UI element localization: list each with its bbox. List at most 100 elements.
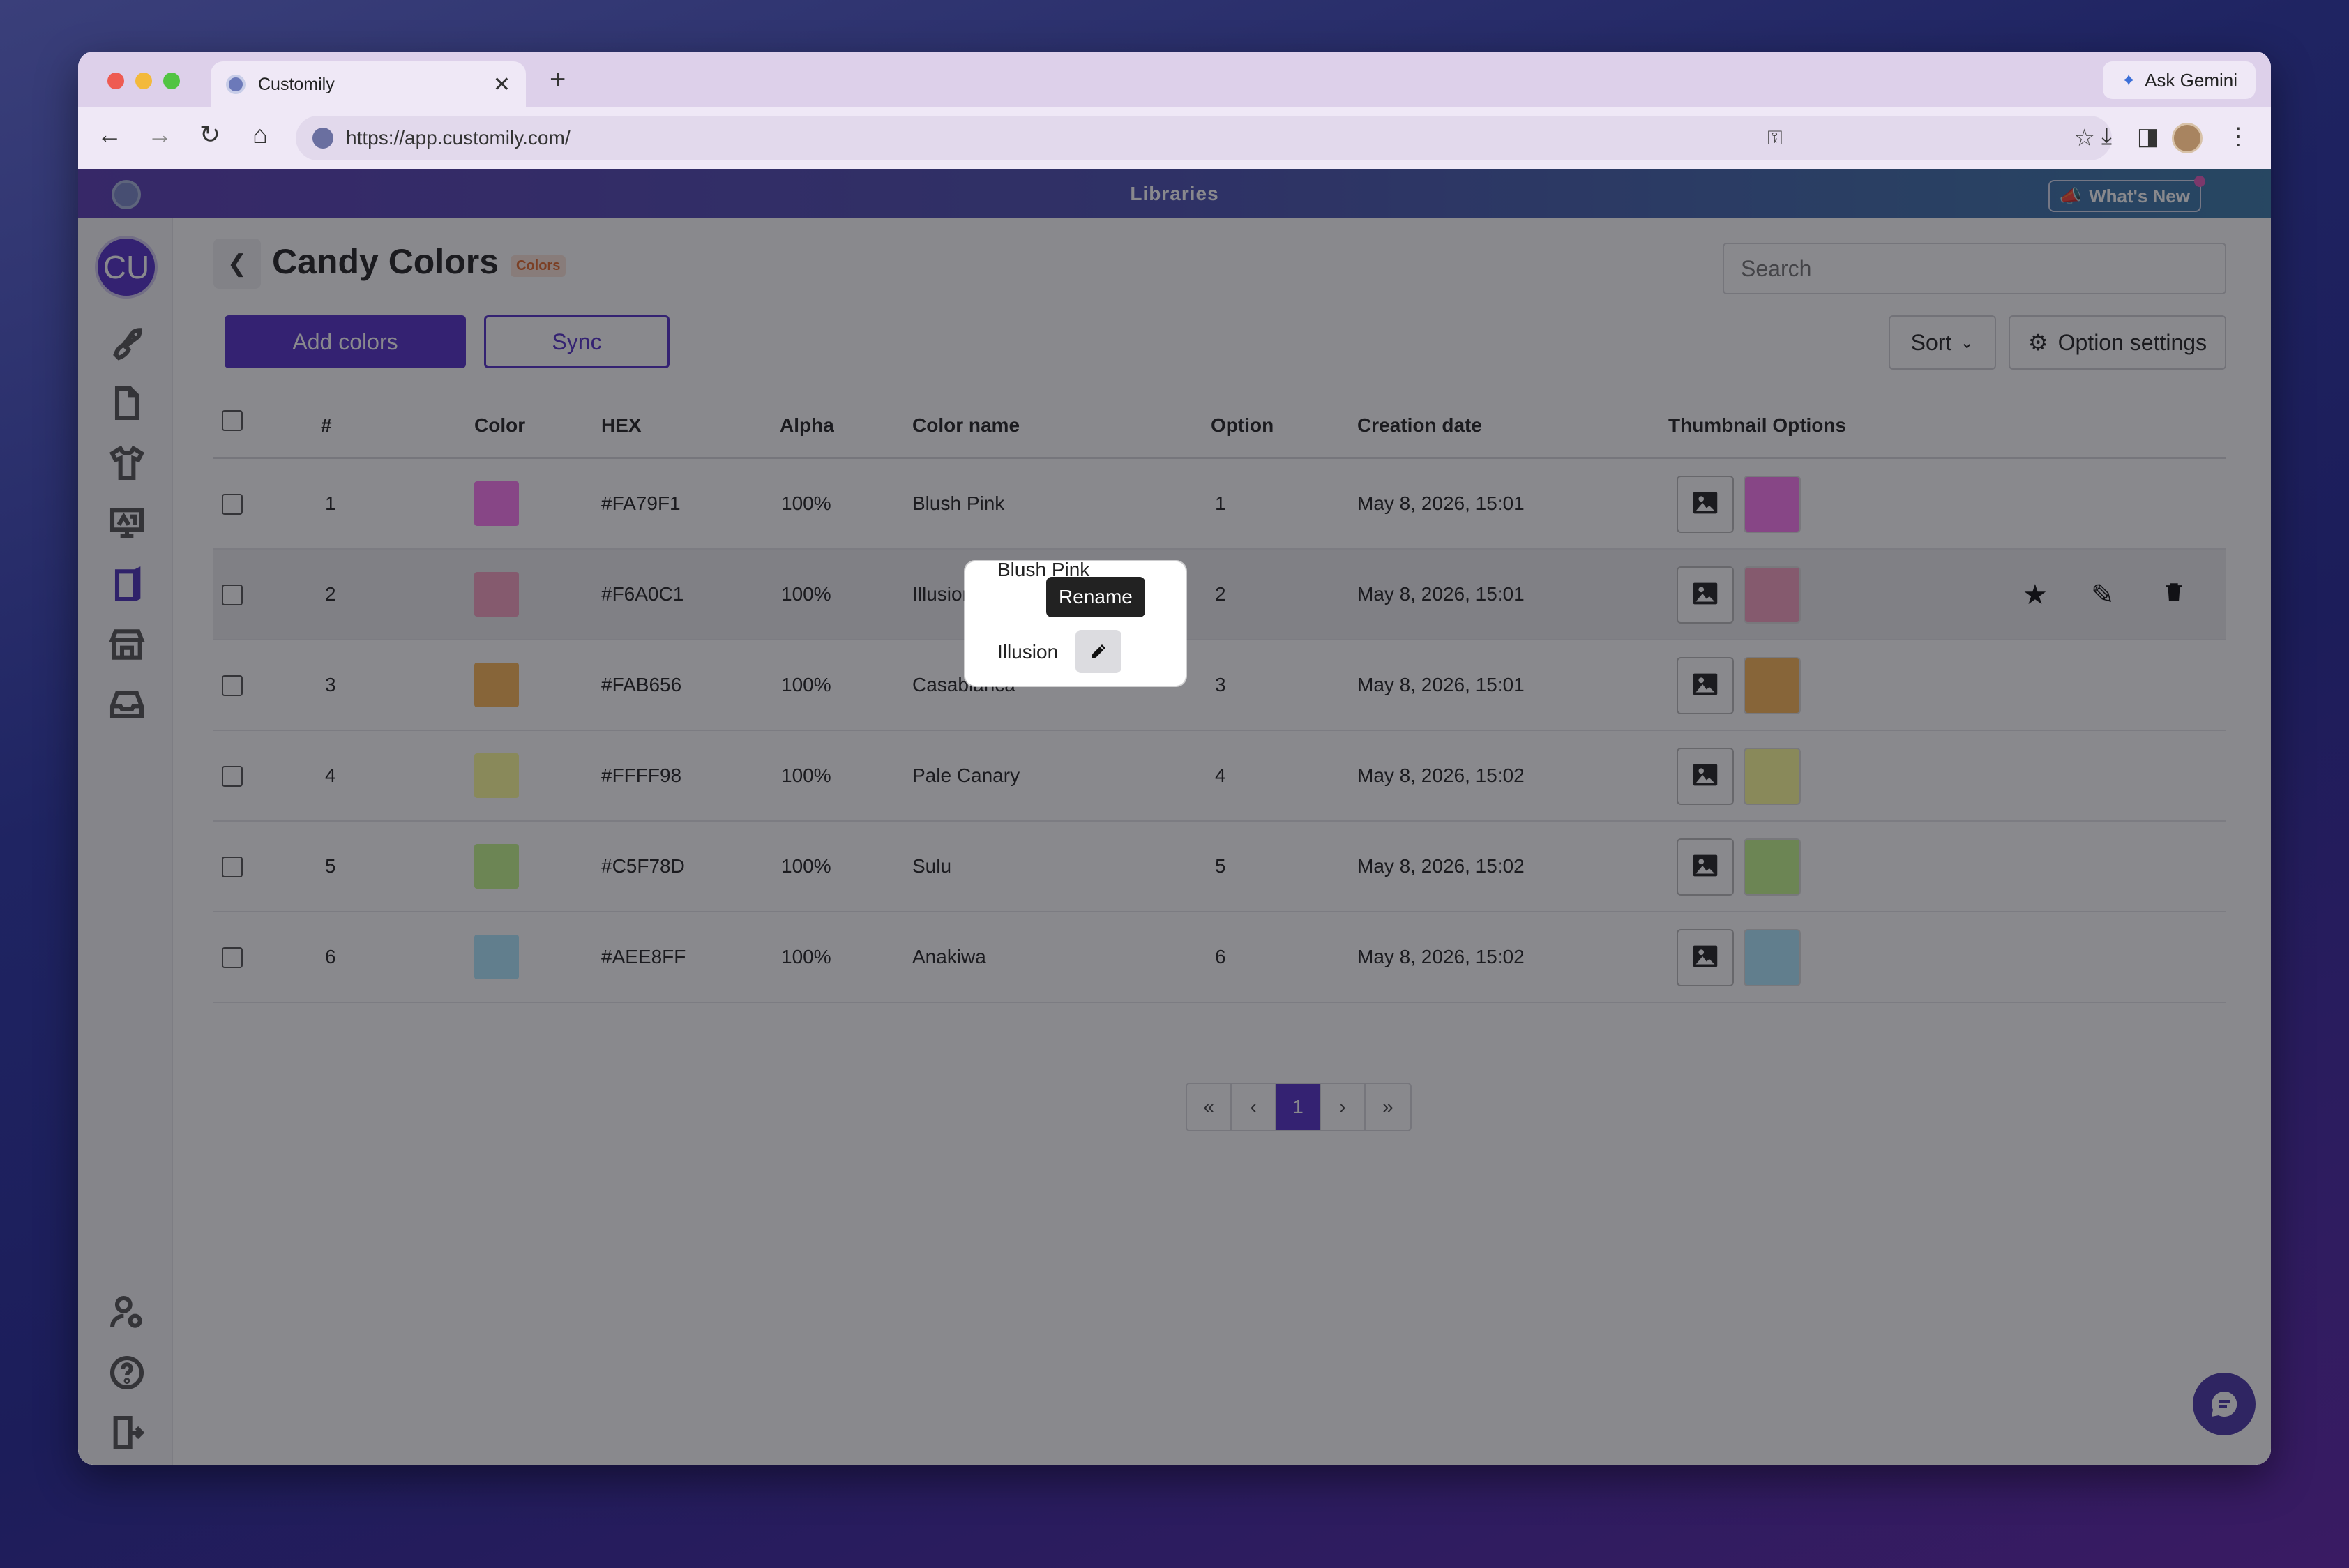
row-creation-date: May 8, 2026, 15:02: [1357, 946, 1525, 967]
rename-button[interactable]: [1075, 630, 1121, 673]
row-alpha: 100%: [781, 492, 831, 514]
address-bar[interactable]: https://app.customily.com/ ⚿ ☆: [296, 116, 2112, 160]
star-icon[interactable]: ★: [2023, 579, 2048, 611]
table-row[interactable]: 4 #FFFF98 100% Pale Canary 4 May 8, 2026, 15:…: [213, 731, 2226, 822]
thumbnail-image-button[interactable]: [1677, 566, 1734, 624]
tshirt-icon[interactable]: [106, 442, 148, 484]
maximize-window-button[interactable]: [163, 73, 180, 89]
header-creation-date: Creation date: [1357, 414, 1482, 436]
table-row[interactable]: 2 #F6A0C1 100% Illusion 2 May 8, 2026, 15:01 ★…: [213, 550, 2226, 640]
edit-pencil-icon[interactable]: ✎: [2091, 579, 2115, 611]
select-all-checkbox[interactable]: [222, 410, 243, 431]
first-page-button[interactable]: «: [1187, 1084, 1232, 1130]
user-settings-icon[interactable]: [106, 1292, 148, 1334]
row-checkbox[interactable]: [222, 766, 243, 787]
document-icon[interactable]: [106, 382, 148, 424]
logout-icon[interactable]: [106, 1412, 148, 1454]
password-key-icon[interactable]: ⚿: [1767, 127, 1782, 150]
last-page-button[interactable]: »: [1366, 1084, 1410, 1130]
reload-icon[interactable]: ↻: [192, 120, 227, 149]
sidebar: CU: [78, 218, 173, 1465]
site-favicon-icon: [226, 75, 246, 94]
thumbnail-color-swatch[interactable]: [1744, 657, 1801, 714]
search-input[interactable]: [1723, 243, 2226, 294]
header-option: Option: [1211, 414, 1274, 436]
thumbnail-color-swatch[interactable]: [1744, 476, 1801, 533]
new-tab-icon[interactable]: +: [550, 64, 566, 96]
row-checkbox[interactable]: [222, 857, 243, 877]
table-row[interactable]: 1 #FA79F1 100% Blush Pink 1 May 8, 2026, 15:0…: [213, 459, 2226, 550]
more-menu-icon[interactable]: ⋮: [2226, 123, 2250, 151]
browser-tab[interactable]: Customily ✕: [211, 61, 526, 107]
ask-gemini-button[interactable]: ✦ Ask Gemini: [2103, 61, 2256, 99]
row-option: 5: [1215, 855, 1226, 877]
sort-label: Sort: [1910, 329, 1952, 355]
thumbnail-image-button[interactable]: [1677, 838, 1734, 896]
back-arrow-icon[interactable]: ←: [92, 120, 127, 149]
presentation-icon[interactable]: [106, 502, 148, 544]
close-window-button[interactable]: [107, 73, 124, 89]
row-hex: #F6A0C1: [601, 583, 684, 605]
rename-tooltip: Rename: [1046, 577, 1145, 617]
store-icon[interactable]: [106, 624, 148, 665]
trash-icon[interactable]: [2162, 579, 2186, 612]
type-badge: Colors: [511, 255, 566, 277]
thumbnail-image-button[interactable]: [1677, 476, 1734, 533]
row-checkbox[interactable]: [222, 585, 243, 605]
option-settings-button[interactable]: ⚙ Option settings: [2009, 315, 2226, 370]
tab-title: Customily: [258, 74, 335, 94]
inbox-icon[interactable]: [106, 684, 148, 725]
add-colors-button[interactable]: Add colors: [225, 315, 466, 368]
site-info-icon[interactable]: [312, 128, 333, 149]
thumbnail-image-button[interactable]: [1677, 657, 1734, 714]
sort-button[interactable]: Sort ⌄: [1889, 315, 1996, 370]
notification-dot: [2194, 176, 2205, 187]
sync-button[interactable]: Sync: [484, 315, 670, 368]
header-color-name: Color name: [912, 414, 1020, 436]
user-avatar[interactable]: CU: [95, 236, 158, 299]
help-icon[interactable]: [106, 1352, 148, 1394]
chat-support-button[interactable]: [2193, 1373, 2256, 1435]
thumbnail-color-swatch[interactable]: [1744, 838, 1801, 896]
page-1-button[interactable]: 1: [1276, 1084, 1321, 1130]
table-row[interactable]: 6 #AEE8FF 100% Anakiwa 6 May 8, 2026, 15:02: [213, 912, 2226, 1003]
next-page-button[interactable]: ›: [1321, 1084, 1366, 1130]
row-hex: #FA79F1: [601, 492, 681, 514]
image-icon: [1689, 850, 1721, 885]
section-title: Libraries: [1130, 183, 1219, 204]
pagination: « ‹ 1 › »: [1186, 1083, 1412, 1131]
thumbnail-color-swatch[interactable]: [1744, 566, 1801, 624]
color-swatch: [474, 481, 519, 526]
profile-avatar[interactable]: [2172, 123, 2203, 153]
row-checkbox[interactable]: [222, 675, 243, 696]
rename-spotlight: Blush Pink Illusion Rename: [965, 561, 1186, 686]
bookmark-star-icon[interactable]: ☆: [2074, 124, 2095, 152]
row-hex: #FFFF98: [601, 764, 682, 786]
rocket-icon[interactable]: [106, 322, 148, 364]
header-hex: HEX: [601, 414, 642, 436]
whats-new-button[interactable]: 📣 What's New: [2048, 176, 2205, 212]
table-row[interactable]: 3 #FAB656 100% Casablanca 3 May 8, 2026, 15:0…: [213, 640, 2226, 731]
close-tab-icon[interactable]: ✕: [493, 73, 511, 97]
main-content: ❮ Candy Colors Colors Add colors Sync So…: [173, 218, 2271, 1465]
thumbnail-color-swatch[interactable]: [1744, 929, 1801, 986]
chevron-down-icon: ⌄: [1960, 333, 1974, 352]
forward-arrow-icon[interactable]: →: [142, 120, 177, 149]
download-icon[interactable]: ⤓: [2101, 123, 2112, 150]
row-option: 6: [1215, 946, 1226, 967]
minimize-window-button[interactable]: [135, 73, 152, 89]
prev-page-button[interactable]: ‹: [1232, 1084, 1276, 1130]
thumbnail-color-swatch[interactable]: [1744, 748, 1801, 805]
home-icon[interactable]: ⌂: [243, 120, 278, 149]
row-creation-date: May 8, 2026, 15:01: [1357, 492, 1525, 514]
thumbnail-image-button[interactable]: [1677, 929, 1734, 986]
thumbnail-image-button[interactable]: [1677, 748, 1734, 805]
back-button[interactable]: ❮: [213, 239, 261, 289]
row-checkbox[interactable]: [222, 947, 243, 968]
table-row[interactable]: 5 #C5F78D 100% Sulu 5 May 8, 2026, 15:02: [213, 822, 2226, 912]
row-alpha: 100%: [781, 583, 831, 605]
side-panel-icon[interactable]: ◨: [2137, 123, 2159, 151]
library-book-icon[interactable]: [106, 564, 148, 605]
megaphone-icon: 📣: [2059, 185, 2083, 206]
row-checkbox[interactable]: [222, 494, 243, 515]
